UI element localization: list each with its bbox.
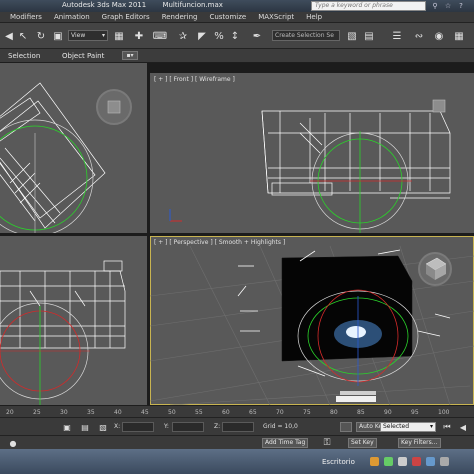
tray-security-icon[interactable]	[412, 457, 421, 466]
named-selection-icon[interactable]: ✒	[250, 29, 264, 43]
scale-icon[interactable]: ▣	[51, 29, 65, 43]
viewport-top[interactable]	[0, 63, 147, 233]
transform-type-in-icon[interactable]: ▧	[96, 420, 110, 434]
curve-editor-icon[interactable]: ∾	[412, 29, 426, 43]
title-icons: ⚲ ☆ ?	[430, 1, 466, 11]
viewport-front[interactable]: [ + ] [ Front ] [ Wireframe ]	[150, 73, 474, 233]
layer-manager-icon[interactable]: ☰	[390, 29, 404, 43]
timeline-tick: 50	[168, 409, 176, 416]
tray-update-icon[interactable]	[426, 457, 435, 466]
tray-network-icon[interactable]	[384, 457, 393, 466]
rotate-icon[interactable]: ↻	[34, 29, 48, 43]
mirror-icon[interactable]: ▧	[345, 29, 359, 43]
front-wireframe	[169, 99, 451, 233]
timeline-tick: 40	[114, 409, 122, 416]
menu-help[interactable]: Help	[306, 13, 322, 21]
menu-bar: Modifiers Animation Graph Editors Render…	[0, 12, 474, 23]
file-name: Multifuncion.max	[162, 1, 223, 9]
timeline-tick: 60	[222, 409, 230, 416]
align-icon[interactable]: ▤	[362, 29, 376, 43]
keyboard-shortcut-icon[interactable]: ⌨	[153, 29, 167, 43]
timeline-tick: 55	[195, 409, 203, 416]
star-icon[interactable]: ☆	[443, 1, 453, 11]
z-label: Z:	[214, 423, 221, 430]
x-label: X:	[114, 423, 121, 430]
menu-maxscript[interactable]: MAXScript	[258, 13, 294, 21]
angle-snap-icon[interactable]: ◤	[195, 29, 209, 43]
timeline-tick: 20	[6, 409, 14, 416]
y-field[interactable]	[172, 422, 204, 432]
window-title: Autodesk 3ds Max 2011 Multifuncion.max	[62, 1, 237, 9]
pin-icon[interactable]: ◀	[2, 29, 16, 43]
menu-customize[interactable]: Customize	[209, 13, 246, 21]
y-label: Y:	[164, 423, 169, 430]
tray-volume-icon[interactable]	[398, 457, 407, 466]
key-filters-button[interactable]: Key Filters...	[398, 438, 441, 448]
key-icon[interactable]: ⚿	[320, 436, 334, 450]
menu-graph-editors[interactable]: Graph Editors	[102, 13, 150, 21]
snap-3d-icon[interactable]: ✰	[176, 29, 190, 43]
menu-modifiers[interactable]: Modifiers	[10, 13, 42, 21]
search-icon[interactable]: ⚲	[430, 1, 440, 11]
lock-icon[interactable]: ▣	[60, 420, 74, 434]
set-key-button[interactable]: Set Key	[348, 438, 377, 448]
key-mode-select[interactable]: Selected	[380, 422, 436, 432]
selection-set-field[interactable]: Create Selection Se	[272, 30, 340, 41]
absolute-mode-icon[interactable]: ▤	[78, 420, 92, 434]
z-field[interactable]	[222, 422, 254, 432]
timeline-tick: 25	[33, 409, 41, 416]
desktop-toolbar-label[interactable]: Escritorio	[322, 458, 355, 466]
viewport-area: [ + ] [ Front ] [ Wireframe ] [+] [Pe…	[0, 63, 474, 405]
select-object-icon[interactable]: ↖	[16, 29, 30, 43]
help-icon[interactable]: ?	[456, 1, 466, 11]
x-field[interactable]	[122, 422, 154, 432]
timeline-tick: 90	[384, 409, 392, 416]
time-slider-track[interactable]: 20 25 30 35 40 45 50 55 60 65 70 75 80 8…	[0, 405, 474, 417]
app-window: Autodesk 3ds Max 2011 Multifuncion.max T…	[0, 0, 474, 474]
ribbon-toggle-button[interactable]: ▪▾	[122, 51, 138, 60]
left-wireframe	[0, 260, 126, 405]
reference-coord-select[interactable]: View	[68, 30, 108, 41]
select-manipulate-icon[interactable]: ✚	[132, 29, 146, 43]
tab-object-paint[interactable]: Object Paint	[62, 52, 104, 60]
timeline-tick: 95	[411, 409, 419, 416]
tab-selection[interactable]: Selection	[8, 52, 40, 60]
percent-snap-icon[interactable]: %	[212, 29, 226, 43]
material-editor-icon[interactable]: ◉	[432, 29, 446, 43]
search-input[interactable]: Type a keyword or phrase	[311, 1, 426, 11]
grid-status: Grid = 10,0	[263, 423, 298, 430]
viewport-left[interactable]	[0, 236, 147, 405]
spinner-snap-icon[interactable]: ↕	[228, 29, 242, 43]
timeline-tick: 30	[60, 409, 68, 416]
timeline-tick: 70	[276, 409, 284, 416]
top-wireframe	[0, 82, 132, 233]
pivot-icon[interactable]: ▦	[112, 29, 126, 43]
status-bar: ▣ ▤ ▧ X: Y: Z: Grid = 10,0 Auto Key Sele…	[0, 417, 474, 435]
timeline-tick: 35	[87, 409, 95, 416]
title-bar: Autodesk 3ds Max 2011 Multifuncion.max T…	[0, 0, 474, 12]
add-time-tag-button[interactable]: Add Time Tag	[262, 438, 309, 448]
timeline-tick: 75	[303, 409, 311, 416]
status-bar-secondary: ● Add Time Tag ⚿ Set Key Key Filters...	[0, 435, 474, 449]
render-setup-icon[interactable]: ▦	[452, 29, 466, 43]
viewport-perspective[interactable]: [ + ] [ Perspective ] [ Smooth + Highlig…	[150, 236, 474, 405]
menu-rendering[interactable]: Rendering	[162, 13, 198, 21]
timeline-tick: 80	[330, 409, 338, 416]
app-title: Autodesk 3ds Max 2011	[62, 1, 147, 9]
maxscript-listener-icon[interactable]: ●	[6, 436, 20, 450]
perspective-scene	[150, 245, 474, 405]
timeline-tick: 65	[249, 409, 257, 416]
ribbon: Selection Object Paint ▪▾	[0, 49, 474, 63]
timeline-tick: 85	[357, 409, 365, 416]
os-taskbar: Escritorio	[0, 449, 474, 474]
go-to-start-icon[interactable]: ⏮	[440, 420, 454, 434]
menu-animation[interactable]: Animation	[54, 13, 90, 21]
keyframe-key-button[interactable]	[340, 422, 352, 432]
timeline-tick: 45	[141, 409, 149, 416]
prev-frame-icon[interactable]: ◀	[456, 420, 470, 434]
main-toolbar: ◀ ↖ ↻ ▣ View ▦ ✚ ⌨ ✰ ◤ % ↕ ✒ Create Sele…	[0, 23, 474, 49]
timeline-tick: 100	[438, 409, 450, 416]
tray-power-icon[interactable]	[440, 457, 449, 466]
tray-app-icon[interactable]	[370, 457, 379, 466]
